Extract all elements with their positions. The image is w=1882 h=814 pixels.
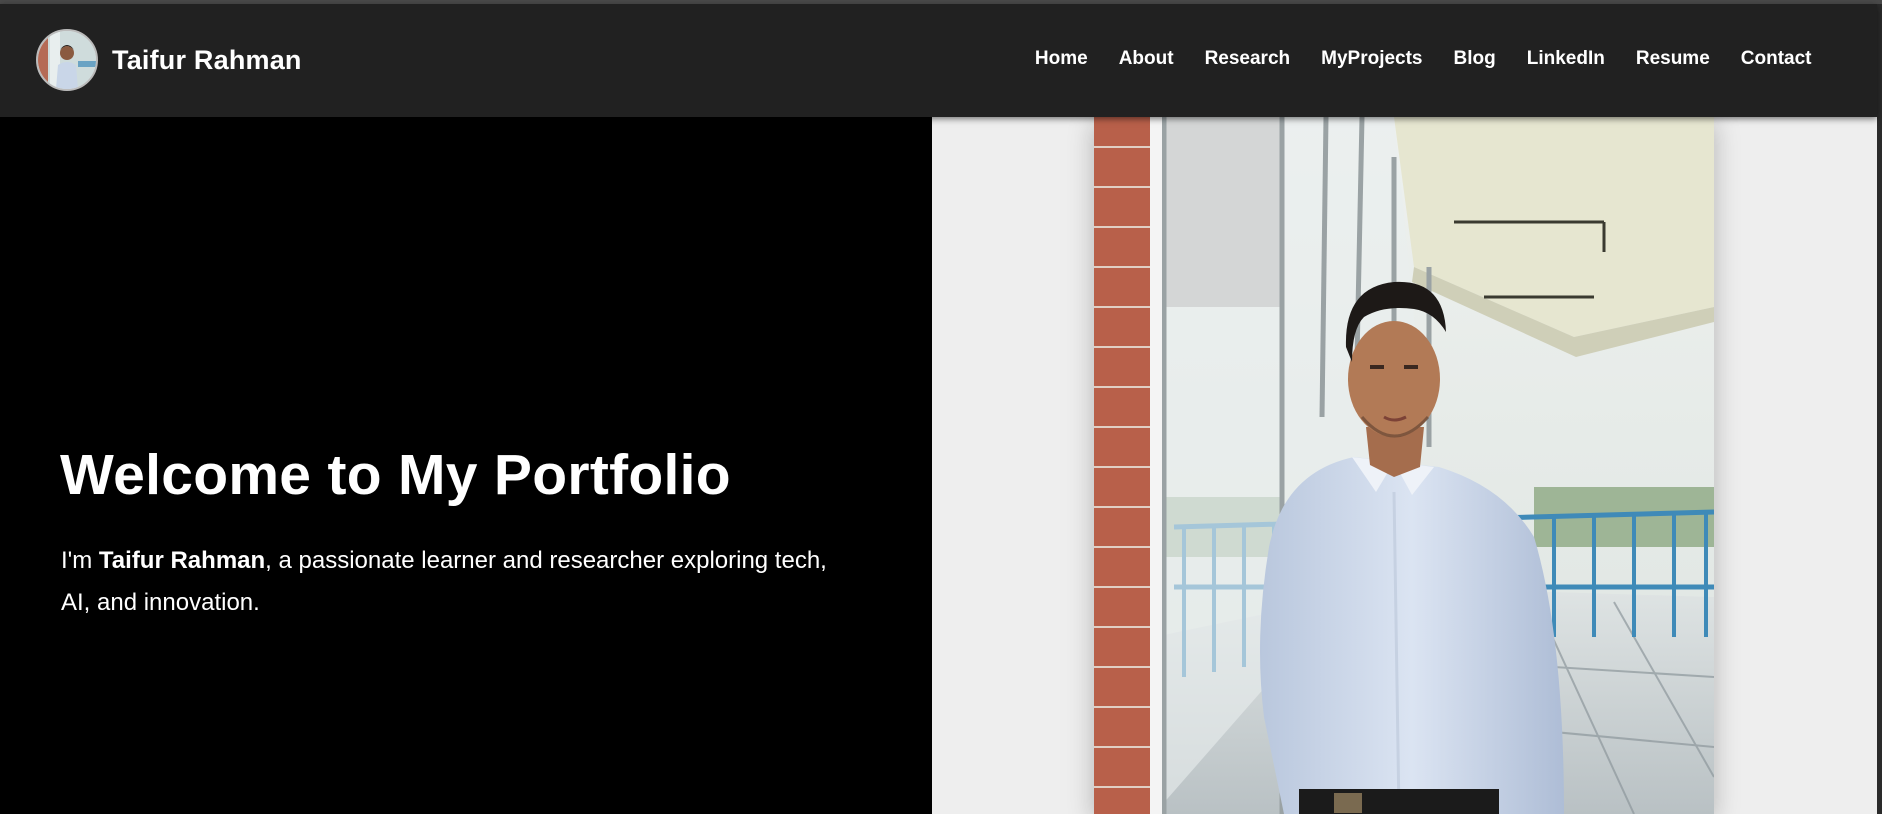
nav-link-resume[interactable]: Resume	[1620, 48, 1725, 70]
profile-photo-image	[1094, 117, 1714, 814]
brand-link[interactable]: Taifur Rahman	[36, 29, 302, 91]
nav-link-myprojects[interactable]: MyProjects	[1306, 48, 1438, 70]
avatar-image	[38, 31, 96, 89]
nav-link-about[interactable]: About	[1103, 48, 1189, 70]
hero-title: Welcome to My Portfolio	[60, 443, 731, 507]
navbar: Taifur Rahman Home About Research MyProj…	[0, 4, 1877, 117]
scrollbar[interactable]	[1877, 4, 1882, 814]
hero-intro-name: Taifur Rahman	[98, 547, 266, 574]
nav-links: Home About Research MyProjects Blog Link…	[1019, 48, 1827, 70]
hero-photo-section	[932, 117, 1877, 814]
nav-link-home[interactable]: Home	[1019, 48, 1103, 70]
nav-link-blog[interactable]: Blog	[1438, 48, 1511, 70]
hero-intro: I'm Taifur Rahman, a passionate learner …	[61, 540, 851, 624]
nav-link-research[interactable]: Research	[1189, 48, 1306, 70]
avatar	[36, 29, 98, 91]
brand-name: Taifur Rahman	[112, 44, 302, 75]
profile-photo	[1094, 117, 1714, 814]
nav-link-contact[interactable]: Contact	[1725, 48, 1827, 70]
hero-intro-prefix: I'm	[61, 547, 99, 574]
nav-link-linkedin[interactable]: LinkedIn	[1511, 48, 1620, 70]
